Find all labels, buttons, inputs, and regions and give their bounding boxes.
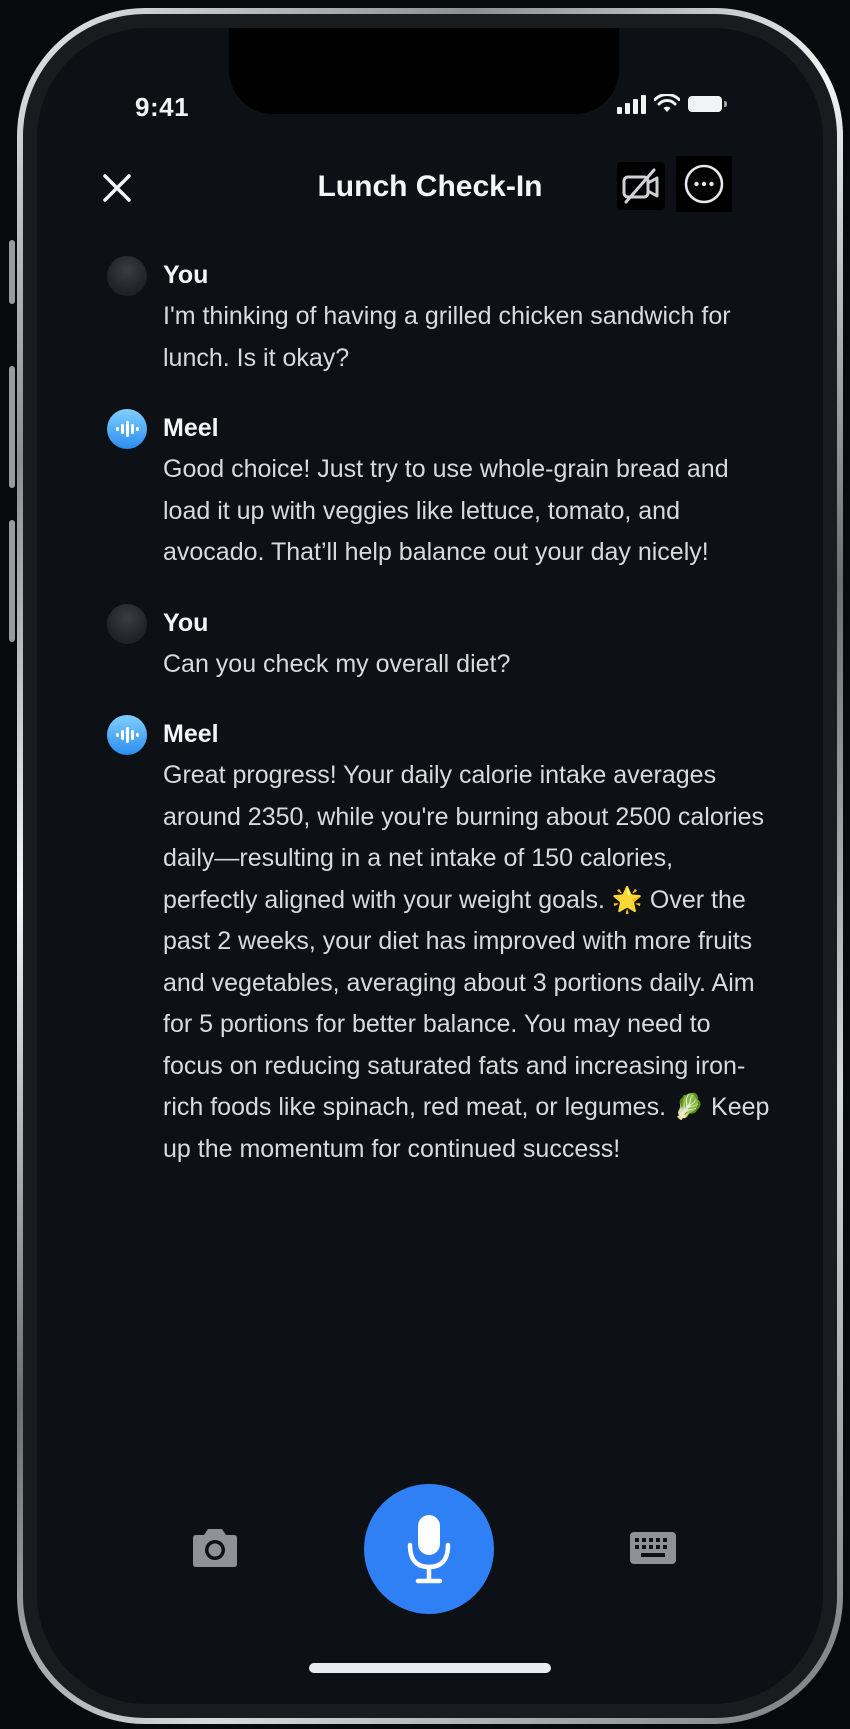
message-sender: Meel [163,414,219,442]
user-avatar [107,256,147,296]
status-icons [617,94,727,114]
battery-icon [688,96,727,112]
camera-icon [193,1529,237,1567]
more-options-icon [684,164,724,204]
keyboard-button[interactable] [629,1530,677,1566]
microphone-icon [407,1515,451,1584]
more-options-button[interactable] [676,156,732,212]
chat-message-assistant: Meel Good choice! Just try to use whole-… [107,407,773,574]
message-text: Can you check my overall diet? [163,649,511,678]
microphone-button[interactable] [364,1484,494,1614]
status-time: 9:41 [135,92,190,122]
message-sender: You [163,608,209,637]
voice-wave-icon [116,727,139,743]
camera-off-button[interactable] [617,162,665,210]
phone-side-button-volume-down [9,520,15,642]
home-indicator[interactable] [309,1663,551,1673]
chat-message-user: You Can you check my overall diet? [107,602,773,686]
assistant-avatar [107,409,147,449]
phone-bezel: 9:41 Lunch Check-In You I'm thinking of … [23,14,837,1718]
top-bar: Lunch Check-In [37,148,823,228]
voice-wave-icon [116,421,139,437]
phone-side-button-silent [9,240,15,304]
message-text: I'm thinking of having a grilled chicken… [163,302,731,372]
message-text: Good choice! Just try to use whole-grain… [163,455,729,566]
chat-message-assistant: Meel Great progress! Your daily calorie … [107,713,773,1170]
message-sender: You [163,261,209,289]
assistant-avatar [107,715,147,755]
cellular-signal-icon [617,94,646,114]
chat-message-user: You I'm thinking of having a grilled chi… [107,254,773,379]
wifi-icon [654,94,680,112]
message-sender: Meel [163,720,219,748]
camera-off-icon [622,168,659,204]
keyboard-icon [630,1532,676,1564]
phone-frame: 9:41 Lunch Check-In You I'm thinking of … [17,8,843,1724]
chat-transcript: You I'm thinking of having a grilled chi… [107,254,773,1170]
user-avatar [107,603,147,644]
message-text: Great progress! Your daily calorie intak… [163,761,770,1163]
notch [229,28,619,114]
app-screen: 9:41 Lunch Check-In You I'm thinking of … [37,28,823,1704]
phone-side-button-volume-up [9,366,15,488]
camera-button[interactable] [189,1526,241,1570]
bottom-action-bar [37,1472,823,1632]
